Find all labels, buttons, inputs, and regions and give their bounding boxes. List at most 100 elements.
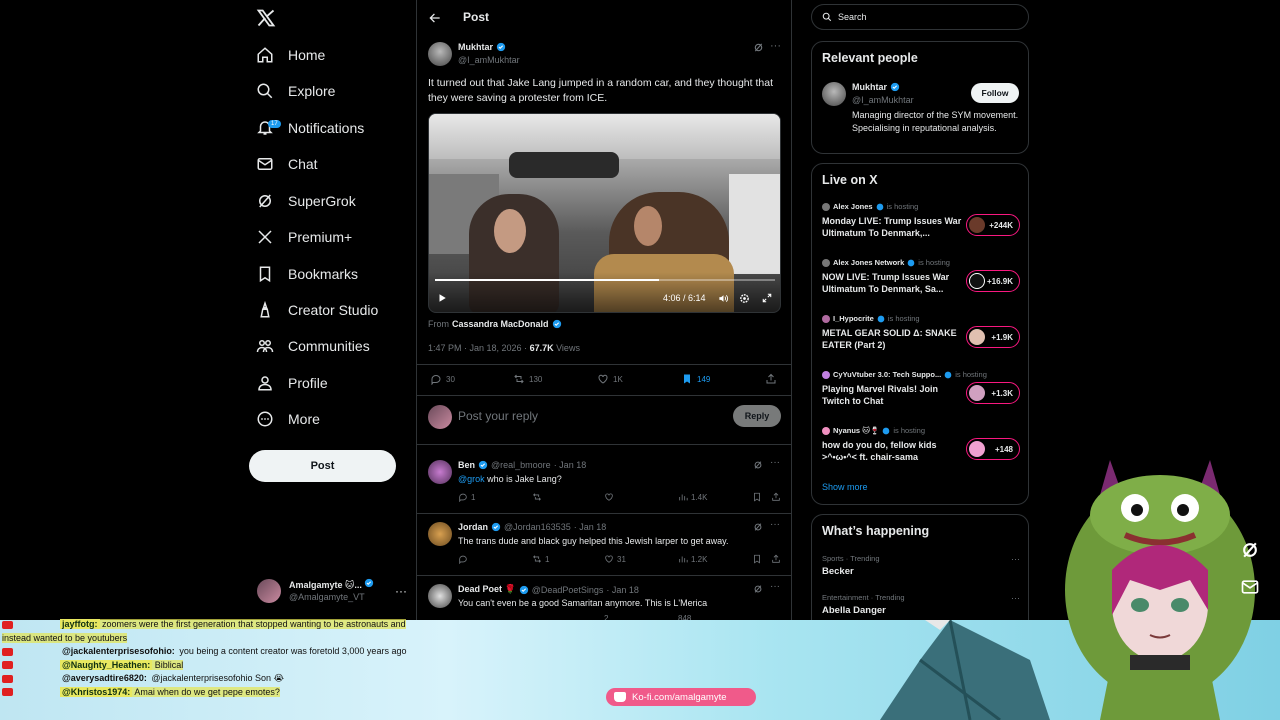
live-listener-count[interactable]: +1.3K	[966, 382, 1020, 404]
trend-more-icon[interactable]: ···	[1011, 593, 1020, 603]
live-listener-count[interactable]: +16.9K	[966, 270, 1020, 292]
nav-item-chat[interactable]: Chat	[256, 150, 318, 178]
repost-button[interactable]: 1	[532, 554, 549, 564]
video-player[interactable]: 4:06 / 6:14	[428, 113, 781, 313]
verified-icon	[478, 460, 488, 470]
avatar[interactable]	[428, 584, 452, 608]
reply-handle[interactable]: @Jordan163535	[504, 522, 571, 532]
reply-button[interactable]: 30	[430, 373, 455, 385]
nav-item-premium[interactable]: Premium+	[256, 223, 352, 251]
reply-author[interactable]: Dead Poet 🌹	[458, 584, 516, 595]
back-arrow-icon[interactable]	[428, 11, 442, 25]
author-handle[interactable]: @I_amMukhtar	[458, 55, 520, 65]
person-name[interactable]: Mukhtar	[852, 82, 900, 92]
kofi-link[interactable]: Ko-fi.com/amalgamyte	[606, 688, 756, 706]
grok-icon[interactable]	[753, 460, 763, 470]
nav-item-notifications[interactable]: 17 Notifications	[256, 114, 364, 142]
post-more-icon[interactable]: ···	[770, 40, 781, 52]
share-button[interactable]	[771, 492, 781, 502]
like-button[interactable]: 1K	[597, 373, 623, 385]
live-item[interactable]: CyYuVtuber 3.0: Tech Suppo... is hosting …	[822, 370, 1022, 418]
reply-date[interactable]: · Jan 18	[606, 585, 639, 595]
reply-handle[interactable]: @DeadPoetSings	[532, 585, 604, 595]
reply-body: The trans dude and black guy helped this…	[458, 536, 729, 546]
reply-author[interactable]: Jordan	[458, 522, 488, 532]
like-button[interactable]: 31	[604, 554, 626, 564]
live-listener-count[interactable]: +1.9K	[966, 326, 1020, 348]
live-item[interactable]: Nyanus 🐱🍷 is hosting how do you do, fello…	[822, 426, 1022, 474]
nav-item-home[interactable]: Home	[256, 41, 325, 69]
chat-user: @jackalenterprisesofohio:	[62, 646, 175, 656]
avatar[interactable]	[428, 460, 452, 484]
reply-handle[interactable]: @real_bmoore	[491, 460, 551, 470]
nav-item-profile[interactable]: Profile	[256, 369, 328, 397]
video-progress-bar[interactable]	[435, 279, 775, 281]
show-more-link[interactable]: Show more	[822, 482, 868, 492]
reply-input[interactable]: Post your reply	[458, 409, 538, 423]
mail-icon	[257, 158, 273, 170]
nav-item-bookmarks[interactable]: Bookmarks	[256, 260, 358, 288]
bookmark-button[interactable]: 149	[681, 373, 710, 385]
reply-button[interactable]	[458, 554, 471, 564]
nav-item-creator-studio[interactable]: Creator Studio	[256, 296, 378, 324]
youtube-icon	[2, 647, 13, 656]
video-time: 4:06 / 6:14	[663, 293, 706, 303]
post-timestamp[interactable]: 1:47 PM · Jan 18, 2026 ·	[428, 343, 530, 353]
nav-item-more[interactable]: More	[256, 405, 320, 433]
share-button[interactable]	[765, 373, 777, 385]
live-listener-count[interactable]: +148	[966, 438, 1020, 460]
share-button[interactable]	[771, 554, 781, 564]
search-input[interactable]: Search	[811, 4, 1029, 30]
reply-date[interactable]: · Jan 18	[574, 522, 607, 532]
grok-icon[interactable]	[753, 522, 763, 532]
views-button[interactable]: 1.4K	[678, 492, 707, 502]
reply-item[interactable]: Jordan @Jordan163535 · Jan 18 ··· The tr…	[417, 514, 791, 576]
mail-icon[interactable]	[1240, 577, 1260, 597]
post-button[interactable]: Post	[249, 450, 396, 482]
account-switcher[interactable]: Amalgamyte 🐱... @Amalgamyte_VT ···	[257, 578, 407, 603]
bookmark-button[interactable]	[752, 492, 762, 502]
person-handle[interactable]: @I_amMukhtar	[852, 95, 914, 105]
author-avatar[interactable]	[428, 42, 452, 66]
bookmark-button[interactable]	[752, 554, 762, 564]
views-button[interactable]: 1.2K	[678, 554, 707, 564]
avatar[interactable]	[822, 82, 846, 106]
trend-more-icon[interactable]: ···	[1011, 554, 1020, 564]
reply-author[interactable]: Ben	[458, 460, 475, 470]
live-listener-count[interactable]: +244K	[966, 214, 1020, 236]
account-more-icon[interactable]: ···	[395, 584, 407, 598]
grok-icon[interactable]	[753, 584, 763, 594]
reply-submit-button[interactable]: Reply	[733, 405, 781, 427]
trend-item[interactable]: Entertainment · Trending Abella Danger ·…	[822, 593, 1020, 616]
like-button[interactable]	[604, 492, 617, 502]
live-item[interactable]: I_Hypocrite is hosting METAL GEAR SOLID Δ…	[822, 314, 1022, 362]
author-name[interactable]: Mukhtar	[458, 42, 506, 52]
host-avatar	[822, 202, 830, 211]
grok-icon[interactable]	[753, 42, 764, 53]
x-logo-icon[interactable]	[256, 8, 276, 28]
repost-button[interactable]: 130	[513, 373, 542, 385]
trend-item[interactable]: Sports · Trending Becker ···	[822, 554, 1020, 577]
reply-date[interactable]: · Jan 18	[554, 460, 587, 470]
repost-button[interactable]	[532, 492, 545, 502]
nav-item-explore[interactable]: Explore	[256, 77, 335, 105]
avatar[interactable]	[428, 522, 452, 546]
from-name[interactable]: Cassandra MacDonald	[452, 319, 549, 329]
nav-item-communities[interactable]: Communities	[256, 332, 370, 360]
reply-more-icon[interactable]: ···	[770, 457, 780, 468]
follow-button[interactable]: Follow	[971, 83, 1019, 103]
fullscreen-icon[interactable]	[762, 293, 772, 303]
live-item[interactable]: Alex Jones is hosting Monday LIVE: Trump …	[822, 202, 1022, 250]
gear-icon[interactable]	[739, 293, 750, 304]
reply-button[interactable]: 1	[458, 492, 475, 502]
reply-more-icon[interactable]: ···	[770, 581, 780, 592]
reply-more-icon[interactable]: ···	[770, 519, 780, 530]
volume-icon[interactable]	[718, 293, 729, 304]
play-icon[interactable]	[437, 293, 447, 303]
live-item[interactable]: Alex Jones Network is hosting NOW LIVE: T…	[822, 258, 1022, 306]
reply-item[interactable]: Ben @real_bmoore · Jan 18 ··· @grok who …	[417, 452, 791, 514]
reply-item[interactable]: Dead Poet 🌹 @DeadPoetSings · Jan 18 ··· …	[417, 576, 791, 620]
grok-icon[interactable]	[1240, 540, 1260, 560]
nav-item-supergrok[interactable]: SuperGrok	[256, 187, 356, 215]
mention-link[interactable]: @grok	[458, 474, 485, 484]
